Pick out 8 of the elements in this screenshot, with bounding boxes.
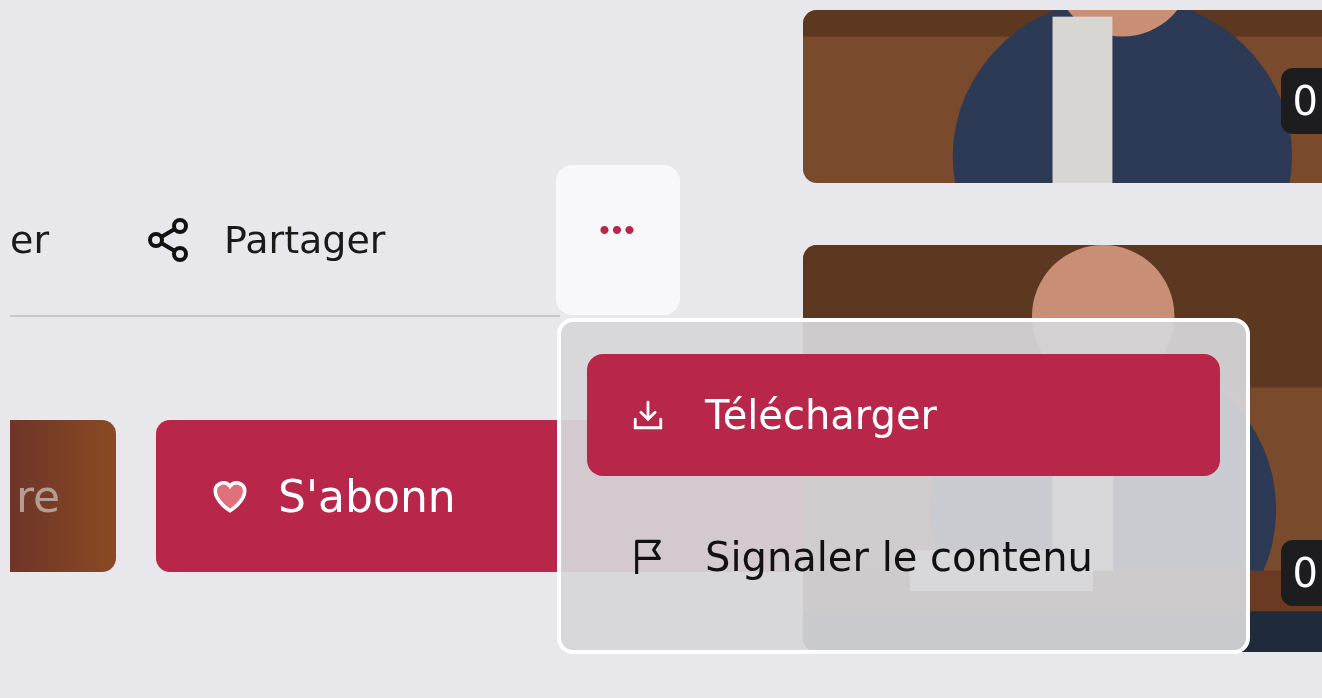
action-button[interactable]: er xyxy=(10,218,49,262)
share-button[interactable]: Partager xyxy=(224,218,386,262)
duration-badge: 0 xyxy=(1280,540,1322,606)
more-button[interactable]: ••• xyxy=(556,165,680,315)
action-button[interactable]: re xyxy=(10,420,117,572)
menu-item[interactable]: Télécharger xyxy=(587,354,1220,476)
duration-badge: 0 xyxy=(1280,68,1322,134)
download-icon xyxy=(631,398,665,432)
